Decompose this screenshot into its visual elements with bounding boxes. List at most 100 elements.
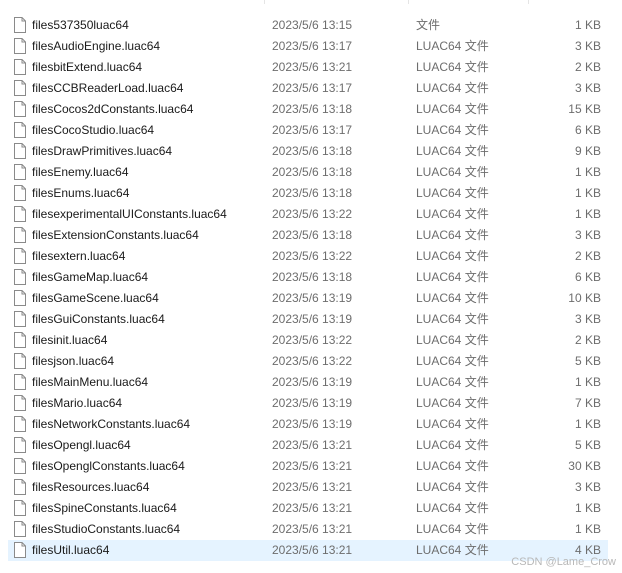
file-modified-date: 2023/5/6 13:18 xyxy=(272,270,353,284)
file-type: LUAC64 文件 xyxy=(416,81,489,95)
file-name: filesGuiConstants.luac64 xyxy=(32,312,165,326)
file-icon xyxy=(14,17,26,33)
file-modified-date: 2023/5/6 13:18 xyxy=(272,228,353,242)
file-type: LUAC64 文件 xyxy=(416,144,489,158)
file-size: 5 KB xyxy=(574,354,601,368)
file-row[interactable]: filesbitExtend.luac64 2023/5/6 13:21 LUAC6… xyxy=(8,57,608,78)
file-row[interactable]: filesEnemy.luac64 2023/5/6 13:18 LUAC64 文件… xyxy=(8,162,608,183)
file-size: 1 KB xyxy=(574,165,601,179)
file-type: LUAC64 文件 xyxy=(416,60,489,74)
file-modified-date: 2023/5/6 13:21 xyxy=(272,522,353,536)
file-type: LUAC64 文件 xyxy=(416,270,489,284)
file-type: LUAC64 文件 xyxy=(416,543,489,557)
file-row[interactable]: filesOpengl.luac64 2023/5/6 13:21 LUAC64 文… xyxy=(8,435,608,456)
file-name: filesExtensionConstants.luac64 xyxy=(32,228,199,242)
file-name: filesCocoStudio.luac64 xyxy=(32,123,155,137)
file-list[interactable]: files537350luac64 2023/5/6 13:15 文件 1 KB fil… xyxy=(0,0,622,573)
file-modified-date: 2023/5/6 13:22 xyxy=(272,333,353,347)
file-size: 2 KB xyxy=(574,60,601,74)
file-row[interactable]: filesGameMap.luac64 2023/5/6 13:18 LUAC64 … xyxy=(8,267,608,288)
file-modified-date: 2023/5/6 13:17 xyxy=(272,81,353,95)
file-icon xyxy=(14,269,26,285)
file-name: filesDrawPrimitives.luac64 xyxy=(32,144,173,158)
file-row[interactable]: filesinit.luac64 2023/5/6 13:22 LUAC64 文件 2… xyxy=(8,330,608,351)
file-name: filesEnums.luac64 xyxy=(32,186,130,200)
file-row[interactable]: filesStudioConstants.luac64 2023/5/6 13:2… xyxy=(8,519,608,540)
file-row[interactable]: filesEnums.luac64 2023/5/6 13:18 LUAC64 文件… xyxy=(8,183,608,204)
file-size: 1 KB xyxy=(574,18,601,32)
file-row[interactable]: filesResources.luac64 2023/5/6 13:21 LUAC6… xyxy=(8,477,608,498)
watermark: CSDN @Lame_Crow xyxy=(511,556,616,568)
file-row[interactable]: filesMainMenu.luac64 2023/5/6 13:19 LUAC64… xyxy=(8,372,608,393)
file-row[interactable]: filesGameScene.luac64 2023/5/6 13:19 LUAC6… xyxy=(8,288,608,309)
file-modified-date: 2023/5/6 13:19 xyxy=(272,417,353,431)
file-name: filesUtil.luac64 xyxy=(32,543,110,557)
file-row[interactable]: filesExtensionConstants.luac64 2023/5/6 1… xyxy=(8,225,608,246)
file-row[interactable]: filesSpineConstants.luac64 2023/5/6 13:21… xyxy=(8,498,608,519)
file-name: filesexperimentalUIConstants.luac64 xyxy=(32,207,227,221)
file-name: filesCCBReaderLoad.luac64 xyxy=(32,81,184,95)
file-row[interactable]: filesextern.luac64 2023/5/6 13:22 LUAC64 文… xyxy=(8,246,608,267)
file-modified-date: 2023/5/6 13:18 xyxy=(272,165,353,179)
file-size: 2 KB xyxy=(574,249,601,263)
file-size: 6 KB xyxy=(574,270,601,284)
file-type: LUAC64 文件 xyxy=(416,186,489,200)
file-row[interactable]: filesCocoStudio.luac64 2023/5/6 13:17 LUAC… xyxy=(8,120,608,141)
file-row[interactable]: filesjson.luac64 2023/5/6 13:22 LUAC64 文件 5… xyxy=(8,351,608,372)
file-row[interactable]: files537350luac64 2023/5/6 13:15 文件 1 KB xyxy=(8,15,608,36)
file-icon xyxy=(14,185,26,201)
file-name: filesMainMenu.luac64 xyxy=(32,375,149,389)
file-icon xyxy=(14,458,26,474)
file-icon xyxy=(14,332,26,348)
column-divider[interactable] xyxy=(264,0,265,4)
file-type: LUAC64 文件 xyxy=(416,39,489,53)
file-modified-date: 2023/5/6 13:21 xyxy=(272,459,353,473)
file-size: 1 KB xyxy=(574,501,601,515)
file-row[interactable]: filesCCBReaderLoad.luac64 2023/5/6 13:17 L… xyxy=(8,78,608,99)
file-modified-date: 2023/5/6 13:22 xyxy=(272,354,353,368)
file-name: filesextern.luac64 xyxy=(32,249,126,263)
file-icon xyxy=(14,143,26,159)
file-row[interactable]: filesNetworkConstants.luac64 2023/5/6 13:… xyxy=(8,414,608,435)
file-type: LUAC64 文件 xyxy=(416,102,489,116)
file-icon xyxy=(14,227,26,243)
file-type: LUAC64 文件 xyxy=(416,459,489,473)
column-divider[interactable] xyxy=(408,0,409,4)
file-row[interactable]: filesCocos2dConstants.luac64 2023/5/6 13:… xyxy=(8,99,608,120)
file-icon xyxy=(14,353,26,369)
file-type: LUAC64 文件 xyxy=(416,123,489,137)
file-size: 10 KB xyxy=(568,291,601,305)
file-type: LUAC64 文件 xyxy=(416,438,489,452)
file-name: filesNetworkConstants.luac64 xyxy=(32,417,191,431)
file-type: LUAC64 文件 xyxy=(416,501,489,515)
file-icon xyxy=(14,59,26,75)
file-modified-date: 2023/5/6 13:17 xyxy=(272,39,353,53)
file-name: filesResources.luac64 xyxy=(32,480,150,494)
file-icon xyxy=(14,101,26,117)
file-name: filesCocos2dConstants.luac64 xyxy=(32,102,194,116)
file-name: filesSpineConstants.luac64 xyxy=(32,501,177,515)
file-modified-date: 2023/5/6 13:18 xyxy=(272,144,353,158)
file-icon xyxy=(14,374,26,390)
file-name: filesStudioConstants.luac64 xyxy=(32,522,181,536)
file-size: 3 KB xyxy=(574,312,601,326)
file-name: filesMario.luac64 xyxy=(32,396,123,410)
file-name: filesOpengl.luac64 xyxy=(32,438,131,452)
file-name: filesGameScene.luac64 xyxy=(32,291,159,305)
file-row[interactable]: filesexperimentalUIConstants.luac64 2023/… xyxy=(8,204,608,225)
file-row[interactable]: filesGuiConstants.luac64 2023/5/6 13:19 LU… xyxy=(8,309,608,330)
column-divider[interactable] xyxy=(528,0,529,4)
file-type: LUAC64 文件 xyxy=(416,522,489,536)
file-type: LUAC64 文件 xyxy=(416,354,489,368)
file-row[interactable]: filesOpenglConstants.luac64 2023/5/6 13:2… xyxy=(8,456,608,477)
file-row[interactable]: filesDrawPrimitives.luac64 2023/5/6 13:18… xyxy=(8,141,608,162)
file-name: filesGameMap.luac64 xyxy=(32,270,149,284)
file-icon xyxy=(14,437,26,453)
file-name: filesAudioEngine.luac64 xyxy=(32,39,161,53)
file-size: 7 KB xyxy=(574,396,601,410)
file-type: LUAC64 文件 xyxy=(416,480,489,494)
file-row[interactable]: filesAudioEngine.luac64 2023/5/6 13:17 LUA… xyxy=(8,36,608,57)
file-row[interactable]: filesMario.luac64 2023/5/6 13:19 LUAC64 文件… xyxy=(8,393,608,414)
file-icon xyxy=(14,500,26,516)
file-icon xyxy=(14,206,26,222)
